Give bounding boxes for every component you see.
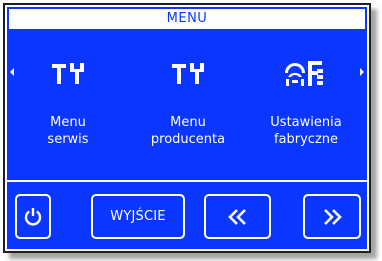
double-chevron-left-icon <box>227 208 246 225</box>
menu-item-label: Ustawienia <box>270 115 342 130</box>
title-bar: MENU <box>7 7 367 31</box>
menu-item-manufacturer[interactable]: Menu producenta <box>133 37 243 173</box>
tools-icon <box>172 63 204 84</box>
double-chevron-right-icon <box>324 208 342 225</box>
next-button[interactable] <box>303 194 361 239</box>
page-title: MENU <box>166 11 208 26</box>
factory-settings-icon <box>285 61 323 86</box>
exit-button[interactable]: WYJŚCIE <box>91 194 185 239</box>
menu-item-factory-settings[interactable]: Ustawienia fabryczne <box>251 37 361 173</box>
divider <box>7 180 367 182</box>
previous-button[interactable] <box>204 194 271 239</box>
exit-button-label: WYJŚCIE <box>110 209 166 224</box>
menu-item-label: serwis <box>47 132 89 147</box>
device-frame: MENU Menu serwis Menu producenta Ustawie… <box>3 3 371 253</box>
menu-item-label: fabryczne <box>273 132 339 147</box>
tools-icon <box>52 63 84 84</box>
power-icon <box>24 207 42 225</box>
display-screen: MENU Menu serwis Menu producenta Ustawie… <box>7 7 367 249</box>
menu-item-service[interactable]: Menu serwis <box>13 37 123 173</box>
menu-item-label: producenta <box>150 132 226 147</box>
power-button[interactable] <box>15 194 51 239</box>
menu-item-label: Menu <box>50 115 86 130</box>
menu-item-label: Menu <box>170 115 206 130</box>
